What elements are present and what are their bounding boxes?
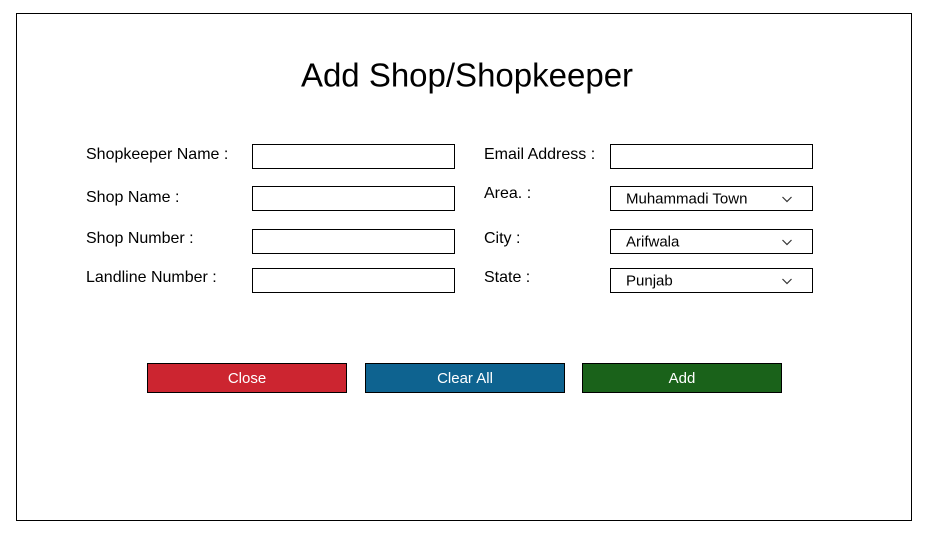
area-select[interactable]: Muhammadi Town: [610, 186, 813, 211]
chevron-down-icon: [782, 278, 792, 285]
shop-name-input[interactable]: [252, 186, 455, 211]
state-label: State :: [484, 269, 531, 286]
state-select[interactable]: Punjab: [610, 268, 813, 293]
email-address-label: Email Address :: [484, 146, 596, 163]
email-address-input[interactable]: [610, 144, 813, 169]
state-selected-value: Punjab: [626, 272, 673, 289]
shop-number-input[interactable]: [252, 229, 455, 254]
add-button[interactable]: Add: [582, 363, 782, 393]
city-select[interactable]: Arifwala: [610, 229, 813, 254]
shop-number-label: Shop Number :: [86, 230, 194, 247]
chevron-down-icon: [782, 196, 792, 203]
shopkeeper-name-input[interactable]: [252, 144, 455, 169]
area-label: Area. :: [484, 185, 532, 202]
landline-number-label: Landline Number :: [86, 269, 217, 286]
close-button[interactable]: Close: [147, 363, 347, 393]
city-label: City :: [484, 230, 521, 247]
landline-number-input[interactable]: [252, 268, 455, 293]
shopkeeper-name-label: Shopkeeper Name :: [86, 146, 229, 163]
city-selected-value: Arifwala: [626, 233, 680, 250]
clear-all-button[interactable]: Clear All: [365, 363, 565, 393]
chevron-down-icon: [782, 239, 792, 246]
shop-name-label: Shop Name :: [86, 189, 180, 206]
area-selected-value: Muhammadi Town: [626, 190, 748, 207]
dialog-title: Add Shop/Shopkeeper: [300, 56, 634, 94]
